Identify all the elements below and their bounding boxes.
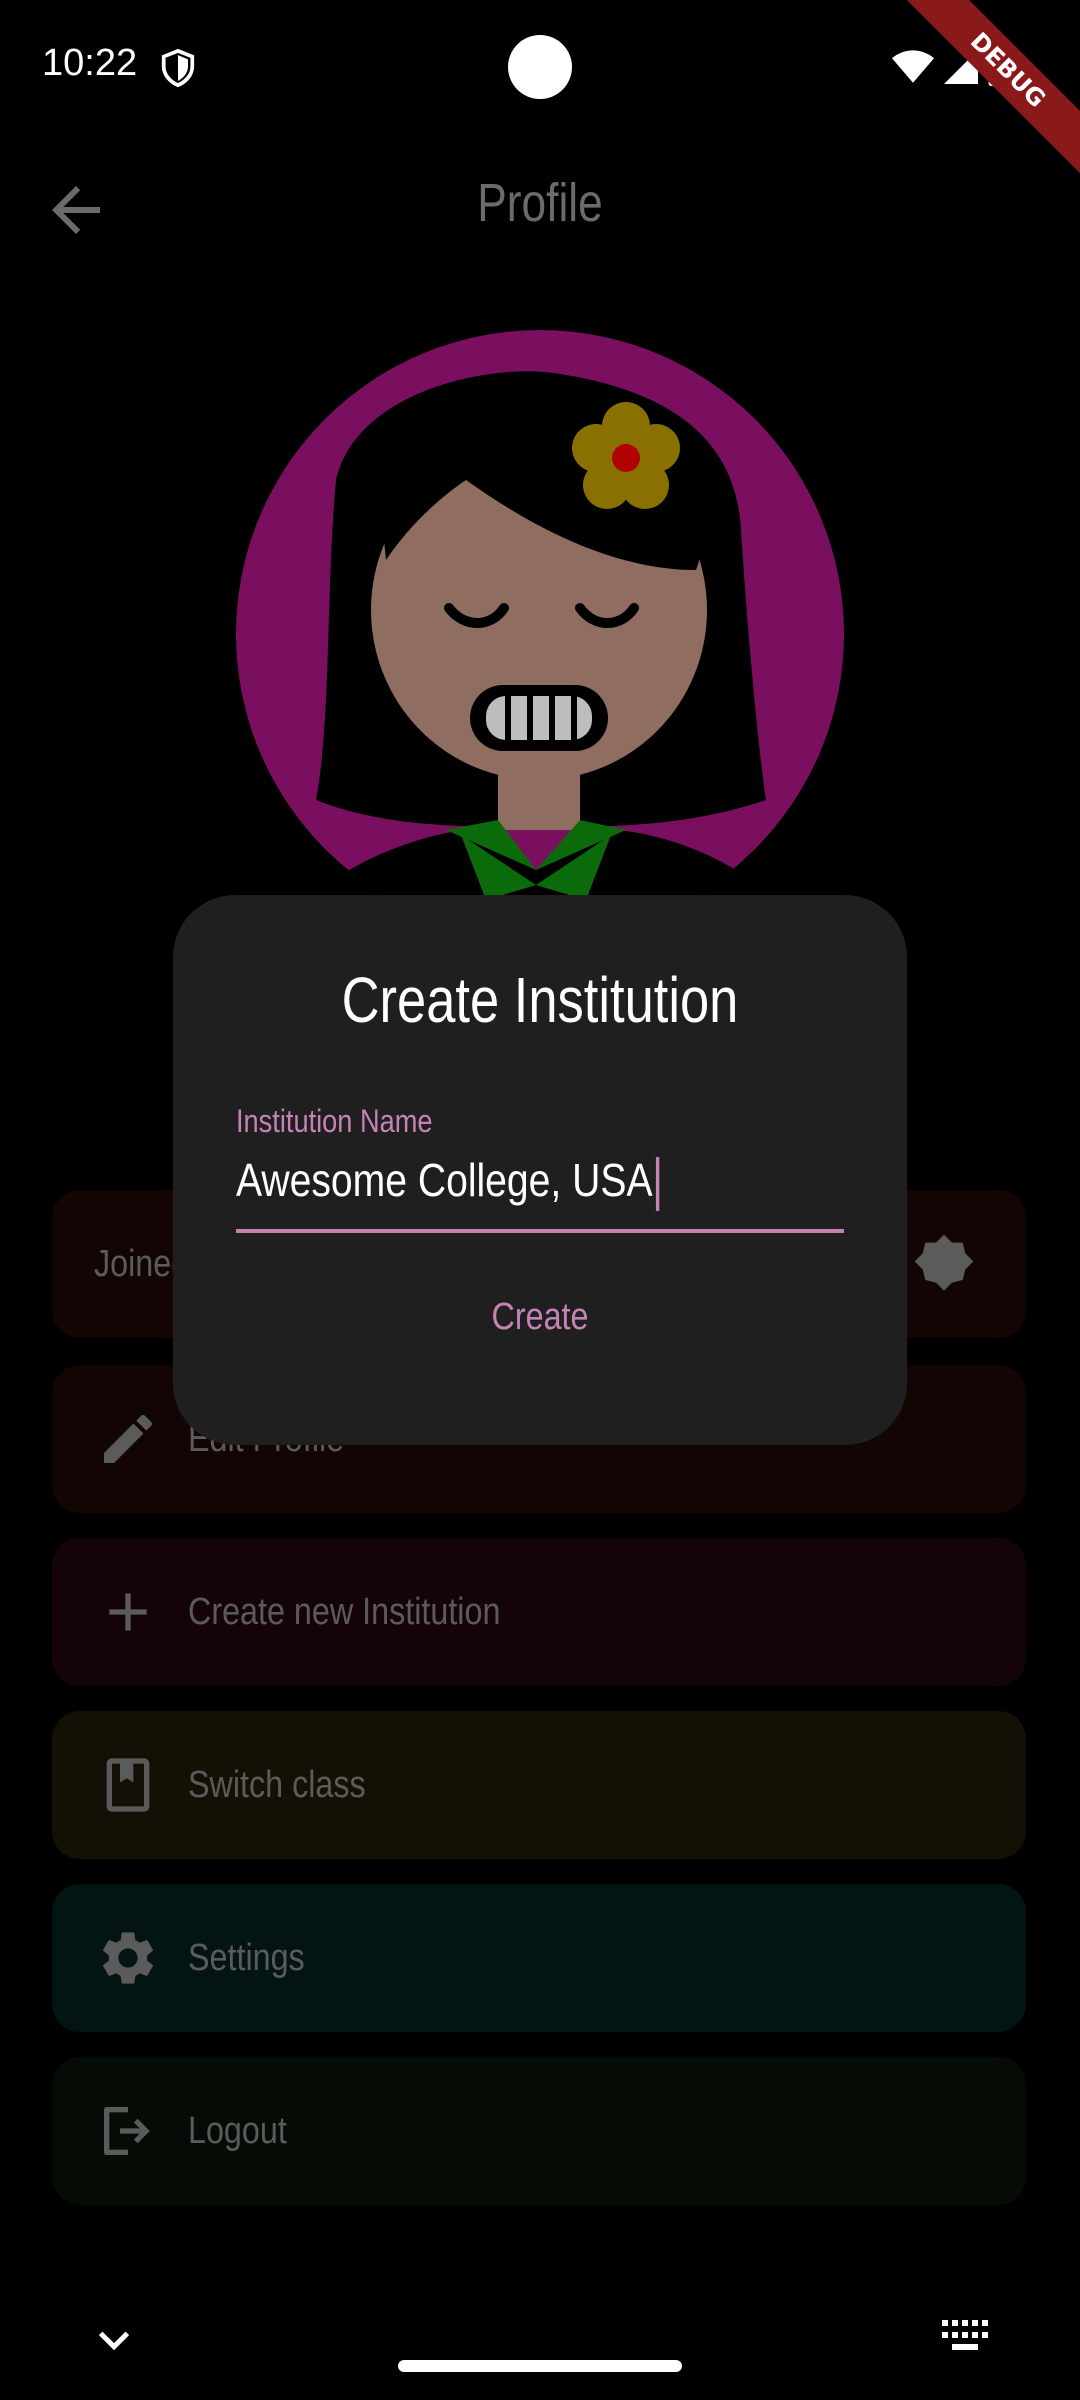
menu-item-create-institution[interactable]: Create new Institution [52, 1538, 1026, 1686]
logout-icon [104, 2107, 150, 2155]
menu-item-label: Logout [188, 2109, 287, 2152]
menu-item-settings[interactable]: Settings [52, 1884, 1026, 2032]
avatar-illustration [236, 330, 844, 938]
menu-item-logout[interactable]: Logout [52, 2057, 1026, 2205]
app-bar: Profile [0, 150, 1080, 270]
dialog-title: Create Institution [341, 964, 739, 1036]
status-time: 10:22 [42, 42, 138, 84]
plus-icon [109, 1593, 147, 1631]
status-bar: 10:22 DEBUG [0, 0, 1080, 178]
avatar [236, 330, 844, 938]
home-indicator[interactable] [398, 2360, 682, 2372]
menu-item-label: Create new Institution [188, 1590, 501, 1633]
camera-cutout [508, 35, 572, 99]
institution-name-text: Awesome College, USA [236, 1154, 653, 1206]
menu-item-switch-class[interactable]: Switch class [52, 1711, 1026, 1859]
shield-icon [161, 48, 195, 88]
institution-name-value: Awesome College, USA [236, 1153, 660, 1211]
pencil-icon [104, 1414, 152, 1463]
institution-name-label: Institution Name [236, 1103, 433, 1139]
wifi-icon [892, 50, 934, 83]
page-title: Profile [477, 173, 603, 233]
text-caret [655, 1156, 660, 1211]
menu-item-label: Settings [188, 1936, 305, 1979]
book-icon [106, 1758, 150, 1812]
keyboard-icon[interactable] [942, 2320, 990, 2356]
create-button[interactable]: Create [228, 1295, 852, 1340]
create-institution-dialog: Create Institution Institution Name Awes… [173, 895, 907, 1445]
screen: 10:22 DEBUG Profile Joined Create new In… [0, 0, 1080, 2400]
verified-badge-icon [914, 1234, 974, 1291]
menu-item-label: Switch class [188, 1763, 366, 1806]
chevron-down-icon[interactable] [94, 2320, 134, 2360]
gear-icon [103, 1932, 153, 1984]
